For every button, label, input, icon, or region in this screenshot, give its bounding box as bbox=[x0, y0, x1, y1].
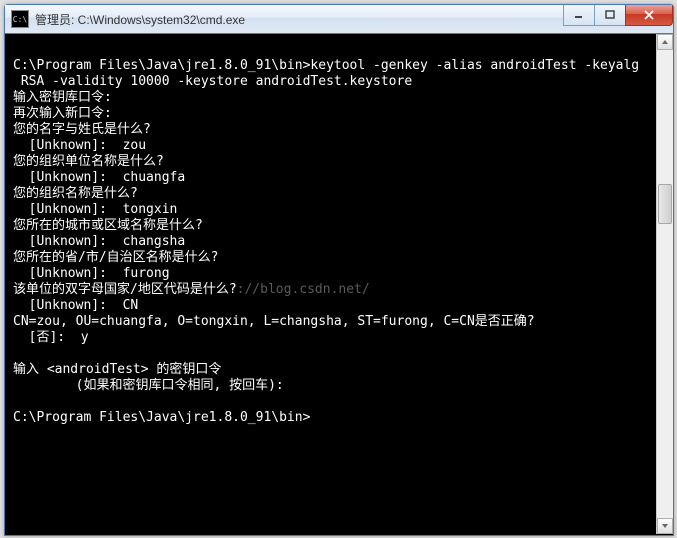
terminal-line: RSA -validity 10000 -keystore androidTes… bbox=[13, 74, 651, 90]
maximize-icon bbox=[605, 10, 615, 20]
terminal-line: (如果和密钥库口令相同, 按回车): bbox=[13, 378, 651, 394]
terminal-area: C:\Program Files\Java\jre1.8.0_91\bin>ke… bbox=[5, 34, 673, 534]
maximize-button[interactable] bbox=[594, 5, 626, 26]
terminal-line: 输入密钥库口令: bbox=[13, 90, 651, 106]
chevron-down-icon bbox=[661, 522, 669, 530]
terminal-line: [Unknown]: chuangfa bbox=[13, 170, 651, 186]
terminal-line bbox=[13, 42, 651, 58]
terminal-line: 您的组织名称是什么? bbox=[13, 186, 651, 202]
window-controls bbox=[564, 5, 673, 25]
watermark-text: ://blog.csdn.net/ bbox=[237, 282, 370, 297]
terminal-line bbox=[13, 394, 651, 410]
terminal-output[interactable]: C:\Program Files\Java\jre1.8.0_91\bin>ke… bbox=[13, 42, 651, 526]
terminal-line: [Unknown]: changsha bbox=[13, 234, 651, 250]
terminal-line: C:\Program Files\Java\jre1.8.0_91\bin>ke… bbox=[13, 58, 651, 74]
terminal-line: 您的组织单位名称是什么? bbox=[13, 154, 651, 170]
scrollbar-vertical[interactable] bbox=[656, 34, 673, 534]
terminal-line: [Unknown]: CN bbox=[13, 298, 651, 314]
terminal-line: [Unknown]: furong bbox=[13, 266, 651, 282]
minimize-button[interactable] bbox=[563, 5, 595, 26]
close-icon bbox=[643, 10, 655, 20]
window-title: 管理员: C:\Windows\system32\cmd.exe bbox=[35, 11, 245, 28]
scroll-up-button[interactable] bbox=[657, 34, 673, 50]
terminal-line bbox=[13, 346, 651, 362]
cmd-window: C:\ 管理员: C:\Windows\system32\cmd.exe C:\… bbox=[4, 4, 674, 536]
terminal-line: 该单位的双字母国家/地区代码是什么?://blog.csdn.net/ bbox=[13, 282, 651, 298]
terminal-line: 您所在的城市或区域名称是什么? bbox=[13, 218, 651, 234]
minimize-icon bbox=[574, 10, 584, 20]
chevron-up-icon bbox=[661, 38, 669, 46]
scroll-thumb[interactable] bbox=[658, 184, 672, 224]
titlebar[interactable]: C:\ 管理员: C:\Windows\system32\cmd.exe bbox=[5, 5, 673, 34]
terminal-line: [Unknown]: tongxin bbox=[13, 202, 651, 218]
terminal-line: C:\Program Files\Java\jre1.8.0_91\bin> bbox=[13, 410, 651, 426]
terminal-line: 再次输入新口令: bbox=[13, 106, 651, 122]
terminal-line: 您的名字与姓氏是什么? bbox=[13, 122, 651, 138]
cmd-icon: C:\ bbox=[11, 10, 29, 28]
scroll-down-button[interactable] bbox=[657, 518, 673, 534]
terminal-line: CN=zou, OU=chuangfa, O=tongxin, L=changs… bbox=[13, 314, 651, 330]
terminal-line: 您所在的省/市/自治区名称是什么? bbox=[13, 250, 651, 266]
close-button[interactable] bbox=[625, 5, 673, 26]
terminal-line: [否]: y bbox=[13, 330, 651, 346]
terminal-line: [Unknown]: zou bbox=[13, 138, 651, 154]
terminal-line: 输入 <androidTest> 的密钥口令 bbox=[13, 362, 651, 378]
